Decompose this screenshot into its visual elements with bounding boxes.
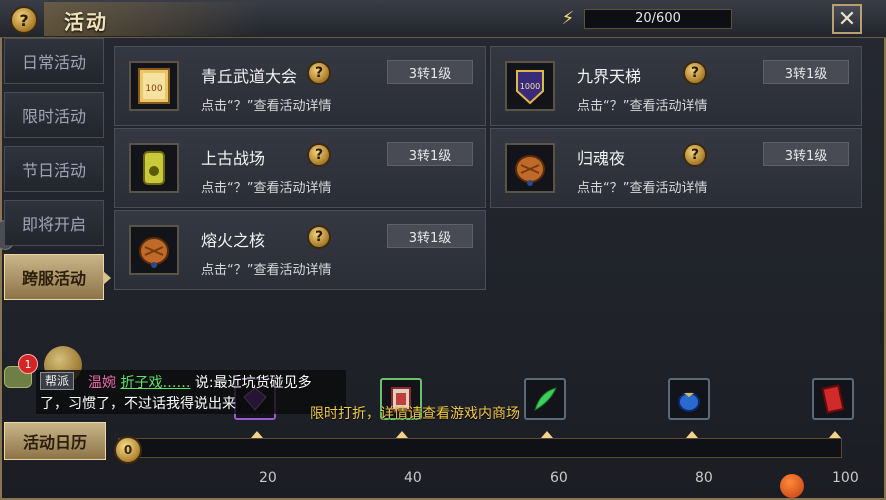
activity-desc: 点击“？”查看活动详情 [201, 181, 332, 196]
milestone-label: 20 [259, 470, 277, 486]
milestone-marker [396, 431, 408, 438]
activity-level: 3转1级 [387, 60, 473, 84]
watermark-logo-icon [780, 474, 804, 498]
tab-daily[interactable]: 日常活动 [4, 38, 104, 84]
activity-card[interactable]: 归魂夜 ? 3转1级 点击“？”查看活动详情 [490, 128, 862, 208]
ladder-shield-icon: 1000 [505, 61, 555, 111]
activity-card[interactable]: 上古战场 ? 3转1级 点击“？”查看活动详情 [114, 128, 486, 208]
activity-name: 九界天梯 [577, 67, 642, 86]
activity-progress-bar [118, 438, 842, 458]
chat-sender[interactable]: 温婉 [88, 375, 116, 391]
activity-list: 100 青丘武道大会 ? 3转1级 点击“？”查看活动详情 1000 九界天梯 … [110, 42, 866, 338]
trophy-banner-icon-text: 100 [145, 84, 162, 94]
tab-limited[interactable]: 限时活动 [4, 92, 104, 138]
milestone-marker [829, 431, 841, 438]
red-envelope-icon[interactable] [812, 378, 854, 420]
chat-target[interactable]: 折子戏…… [120, 375, 190, 391]
milestone-label: 40 [404, 470, 422, 486]
milestone-marker [541, 431, 553, 438]
activity-card[interactable]: 熔火之核 ? 3转1级 点击“？”查看活动详情 [114, 210, 486, 290]
milestone-label: 60 [550, 470, 568, 486]
activity-name: 青丘武道大会 [201, 67, 298, 86]
green-feather-icon[interactable] [524, 378, 566, 420]
help-icon[interactable]: ? [10, 6, 38, 34]
lightning-icon: ⚡ [561, 8, 575, 29]
promo-notice: 限时打折，详情请查看游戏内商场 [310, 406, 520, 422]
activity-name: 上古战场 [201, 149, 266, 168]
tab-festival[interactable]: 节日活动 [4, 146, 104, 192]
activity-level: 3转1级 [387, 142, 473, 166]
milestone-marker [251, 431, 263, 438]
activity-calendar-button[interactable]: 活动日历 [4, 422, 106, 460]
activity-level: 3转1级 [387, 224, 473, 248]
milestone-label: 100 [832, 470, 859, 486]
activity-name: 熔火之核 [201, 231, 266, 250]
progress-coin-icon: 0 [114, 436, 142, 464]
activity-help-icon[interactable]: ? [307, 61, 331, 85]
blue-pouch-icon[interactable] [668, 378, 710, 420]
activity-card[interactable]: 1000 九界天梯 ? 3转1级 点击“？”查看活动详情 [490, 46, 862, 126]
activity-level: 3转1级 [763, 142, 849, 166]
activity-help-icon[interactable]: ? [307, 143, 331, 167]
ladder-shield-icon-text: 1000 [520, 82, 540, 91]
activity-help-icon[interactable]: ? [683, 143, 707, 167]
activity-desc: 点击“？”查看活动详情 [201, 263, 332, 278]
activity-card[interactable]: 100 青丘武道大会 ? 3转1级 点击“？”查看活动详情 [114, 46, 486, 126]
activity-help-icon[interactable]: ? [307, 225, 331, 249]
tab-cross-server[interactable]: 跨服活动 [4, 254, 111, 300]
chat-message-continued: 了，习惯了，不过话我得说出来 [40, 396, 236, 412]
chat-channel-tag: 帮派 [40, 372, 75, 390]
close-button[interactable]: ✕ [832, 4, 862, 34]
activity-level: 3转1级 [763, 60, 849, 84]
jade-token-icon [129, 143, 179, 193]
milestone-marker [686, 431, 698, 438]
treasure-pouch-icon [129, 225, 179, 275]
activity-desc: 点击“？”查看活动详情 [577, 99, 708, 114]
window-title: 活动 [64, 10, 108, 34]
notification-badge: 1 [18, 354, 38, 374]
activity-help-icon[interactable]: ? [683, 61, 707, 85]
activity-desc: 点击“？”查看活动详情 [577, 181, 708, 196]
window-header: ? 活动 ⚡ 20/600 ✕ [0, 0, 886, 38]
chat-message: 说:最近坑货碰见多 [194, 375, 312, 391]
treasure-pouch-icon [505, 143, 555, 193]
chat-message-box[interactable]: 帮派 温婉 折子戏…… 说:最近坑货碰见多 了，习惯了，不过话我得说出来 [36, 370, 346, 414]
trophy-banner-icon: 100 [129, 61, 179, 111]
energy-counter: 20/600 [584, 9, 732, 29]
milestone-label: 80 [695, 470, 713, 486]
activity-name: 归魂夜 [577, 149, 626, 168]
tab-cross-server-label: 跨服活动 [21, 269, 86, 288]
tab-upcoming[interactable]: 即将开启 [4, 200, 104, 246]
chat-line: 温婉 折子戏…… 说:最近坑货碰见多 [88, 372, 312, 392]
activity-desc: 点击“？”查看活动详情 [201, 99, 332, 114]
